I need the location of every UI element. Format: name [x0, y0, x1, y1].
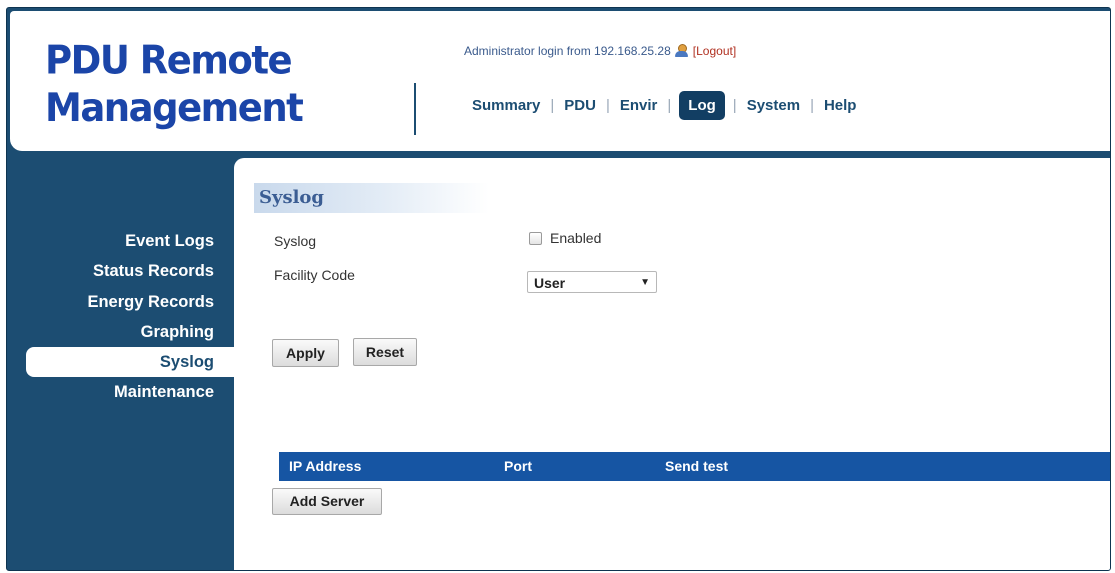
logo-line-2: Management: [45, 85, 304, 131]
nav-pdu[interactable]: PDU: [560, 97, 600, 114]
login-text: Administrator login from 192.168.25.28: [464, 44, 671, 58]
nav-separator: |: [667, 97, 672, 114]
sidebar: Event Logs Status Records Energy Records…: [7, 226, 235, 408]
sidebar-item-syslog[interactable]: Syslog: [26, 347, 235, 378]
sidebar-item-status-records[interactable]: Status Records: [7, 256, 235, 286]
enabled-field: Enabled: [529, 230, 601, 246]
reset-button[interactable]: Reset: [353, 338, 417, 366]
nav-summary[interactable]: Summary: [468, 97, 544, 114]
header: PDU Remote Management Administrator logi…: [10, 11, 1110, 151]
logout-link[interactable]: [Logout]: [693, 44, 736, 58]
nav-envir[interactable]: Envir: [616, 97, 662, 114]
header-divider: [414, 83, 416, 135]
logo: PDU Remote Management: [45, 37, 304, 132]
sidebar-item-event-logs[interactable]: Event Logs: [7, 226, 235, 256]
nav-system[interactable]: System: [743, 97, 804, 114]
top-nav: Summary | PDU | Envir | Log | System | H…: [468, 91, 860, 120]
user-icon: [674, 44, 689, 58]
enabled-label: Enabled: [550, 230, 602, 246]
facility-code-select[interactable]: User ▼: [527, 271, 657, 293]
col-port: Port: [504, 458, 532, 474]
col-send-test: Send test: [665, 458, 729, 474]
dropdown-arrow-icon: ▼: [640, 277, 650, 288]
nav-log[interactable]: Log: [679, 91, 725, 120]
add-server-button[interactable]: Add Server: [272, 488, 382, 515]
logo-line-1: PDU Remote: [45, 37, 293, 83]
col-ip-address: IP Address: [289, 458, 362, 474]
sidebar-item-graphing[interactable]: Graphing: [7, 317, 235, 347]
nav-separator: |: [732, 97, 737, 114]
sidebar-item-energy-records[interactable]: Energy Records: [7, 287, 235, 317]
apply-button[interactable]: Apply: [272, 339, 339, 367]
sidebar-item-maintenance[interactable]: Maintenance: [7, 377, 235, 407]
server-table-header: IP Address Port Send test: [279, 452, 1110, 481]
nav-help[interactable]: Help: [820, 97, 861, 114]
app-frame: PDU Remote Management Administrator logi…: [6, 7, 1111, 571]
section-title: Syslog: [254, 183, 489, 213]
nav-separator: |: [550, 97, 555, 114]
syslog-label: Syslog: [274, 233, 317, 249]
nav-separator: |: [605, 97, 610, 114]
facility-code-label: Facility Code: [274, 267, 355, 283]
main-content: Syslog Syslog Enabled Facility Code User…: [234, 158, 1110, 570]
enabled-checkbox[interactable]: [529, 231, 542, 245]
facility-code-value: User: [534, 275, 566, 291]
login-info: Administrator login from 192.168.25.28 […: [464, 44, 736, 58]
nav-separator: |: [810, 97, 814, 114]
